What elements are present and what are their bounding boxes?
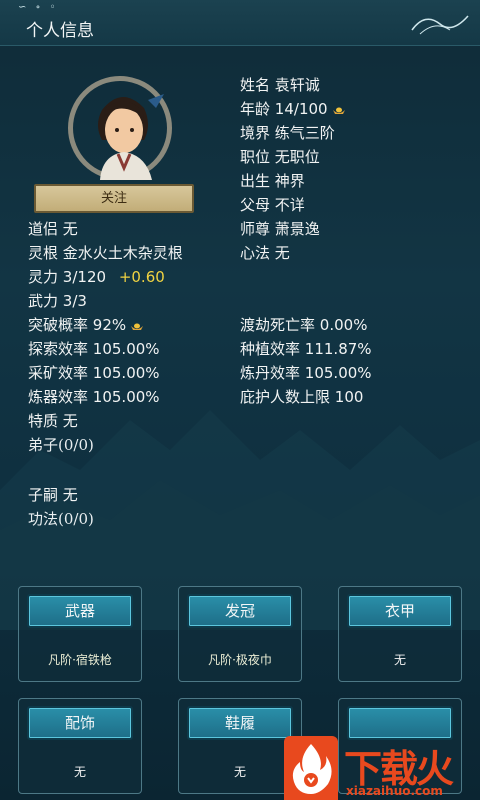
ingot-icon[interactable]	[332, 106, 346, 115]
follow-button[interactable]: 关注	[34, 184, 194, 213]
watermark-url: xiazaihuo.com	[346, 784, 443, 798]
wave-ornament-icon	[411, 15, 469, 35]
equipment-slot-crown: 发冠 凡阶·极夜巾	[178, 586, 302, 682]
skills-row[interactable]: 功法(0/0)	[28, 508, 94, 529]
character-avatar	[58, 76, 182, 180]
cloud-ornament-icon: ∽ ∘ ◦	[18, 2, 59, 13]
armor-button[interactable]: 衣甲	[347, 594, 453, 628]
age-row: 年龄 14/100	[240, 98, 346, 119]
breakthrough-row: 突破概率 92%	[28, 314, 144, 335]
flame-logo-icon	[284, 736, 338, 800]
equipment-slot-accessory: 配饰 无	[18, 698, 142, 794]
tribulation-row: 渡劫死亡率 0.00%	[240, 316, 368, 334]
crown-button[interactable]: 发冠	[187, 594, 293, 628]
accessory-button[interactable]: 配饰	[27, 706, 133, 740]
armor-item: 无	[393, 653, 406, 667]
martial-row: 武力 3/3	[28, 292, 87, 310]
equipment-slot-armor: 衣甲 无	[338, 586, 462, 682]
extra-button[interactable]	[347, 706, 453, 740]
name-value: 袁轩诚	[274, 76, 320, 94]
character-portrait-icon	[98, 94, 164, 180]
mining-row: 采矿效率 105.00%	[28, 364, 160, 382]
trait-row: 特质 无	[28, 412, 78, 430]
shoes-item: 无	[233, 765, 246, 779]
partner-row: 道侣 无	[28, 220, 78, 238]
title-bar: ∽ ∘ ◦ 个人信息	[0, 0, 480, 46]
spirit-power-row: 灵力 3/120 +0.60	[28, 268, 165, 286]
birth-row: 出生 神界	[240, 172, 305, 190]
forge-row: 炼器效率 105.00%	[28, 388, 160, 406]
shelter-row: 庇护人数上限 100	[240, 388, 364, 406]
ingot-icon[interactable]	[130, 322, 144, 331]
age-value: 14/100	[274, 100, 328, 118]
alchemy-row: 炼丹效率 105.00%	[240, 364, 372, 382]
name-row: 姓名 袁轩诚	[240, 76, 320, 94]
plant-row: 种植效率 111.87%	[240, 340, 372, 358]
spirit-rate: +0.60	[118, 268, 165, 286]
weapon-button[interactable]: 武器	[27, 594, 133, 628]
weapon-item: 凡阶·宿铁枪	[48, 653, 112, 667]
equipment-slot-weapon: 武器 凡阶·宿铁枪	[18, 586, 142, 682]
spirit-root-row: 灵根 金水火土木杂灵根	[28, 244, 183, 262]
crown-item: 凡阶·极夜巾	[208, 653, 272, 667]
explore-row: 探索效率 105.00%	[28, 340, 160, 358]
parents-row: 父母 不详	[240, 196, 305, 214]
master-link[interactable]: 萧景逸	[275, 220, 320, 238]
position-row: 职位 无职位	[240, 148, 320, 166]
master-row: 师尊 萧景逸	[240, 220, 320, 238]
accessory-item: 无	[73, 765, 86, 779]
realm-row: 境界 练气三阶	[240, 124, 335, 142]
site-watermark: 下载火 xiazaihuo.com	[284, 736, 480, 800]
shoes-button[interactable]: 鞋履	[187, 706, 293, 740]
method-row: 心法 无	[240, 244, 290, 262]
disciples-row[interactable]: 弟子(0/0)	[28, 434, 94, 455]
page-title: 个人信息	[26, 21, 94, 41]
heir-row: 子嗣 无	[28, 486, 78, 504]
